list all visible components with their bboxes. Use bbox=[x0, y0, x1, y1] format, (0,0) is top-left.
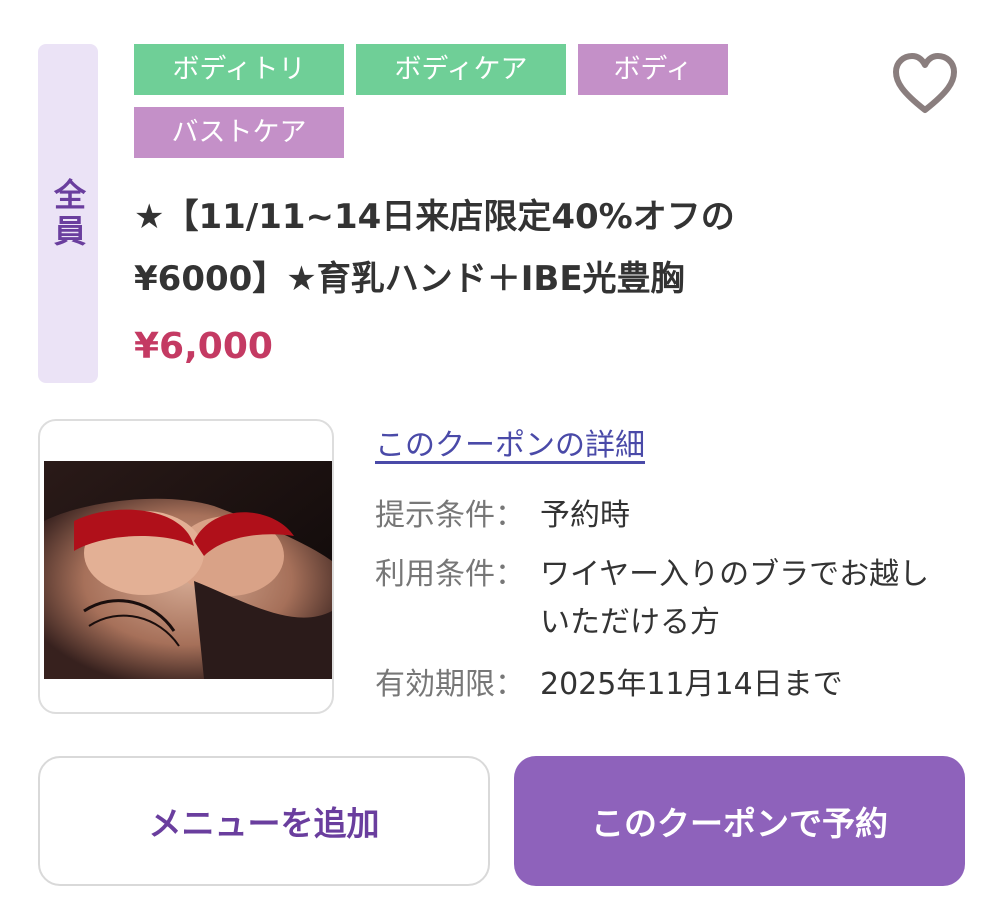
reserve-with-coupon-button[interactable]: このクーポンで予約 bbox=[514, 756, 965, 886]
reserve-label: このクーポンで予約 bbox=[591, 804, 888, 843]
tag-bust-care: バストケア bbox=[134, 107, 344, 158]
coupon-image bbox=[38, 419, 334, 714]
tag-body-tri: ボディトリ bbox=[134, 44, 344, 95]
coupon-detail-link[interactable]: このクーポンの詳細 bbox=[375, 420, 645, 464]
heart-outline-icon bbox=[893, 53, 957, 113]
add-menu-button[interactable]: メニューを追加 bbox=[38, 756, 490, 886]
target-badge: 全員 bbox=[38, 44, 98, 383]
condition-value: 予約時 bbox=[540, 498, 630, 533]
coupon-title-line1: ★【11/11~14日来店限定40%オフの bbox=[134, 197, 735, 237]
condition-value: ワイヤー入りのブラでお越しいただける方 bbox=[540, 557, 930, 640]
favorite-button[interactable] bbox=[892, 52, 958, 116]
coupon-price: ¥6,000 bbox=[134, 326, 273, 367]
condition-label: 利用条件： bbox=[375, 557, 525, 592]
coupon-photo bbox=[44, 461, 332, 679]
tag-body: ボディ bbox=[578, 44, 728, 95]
coupon-title-line2: ¥6000】★育乳ハンド＋IBE光豊胸 bbox=[134, 259, 685, 299]
condition-value: 2025年11月14日まで bbox=[540, 667, 843, 702]
add-menu-label: メニューを追加 bbox=[148, 804, 380, 843]
condition-label: 有効期限： bbox=[375, 667, 525, 702]
coupon-title: ★【11/11~14日来店限定40%オフの ¥6000】★育乳ハンド＋IBE光豊… bbox=[134, 186, 854, 310]
target-label: 全員 bbox=[49, 177, 87, 250]
condition-label: 提示条件： bbox=[375, 498, 525, 533]
tag-body-care: ボディケア bbox=[356, 44, 566, 95]
